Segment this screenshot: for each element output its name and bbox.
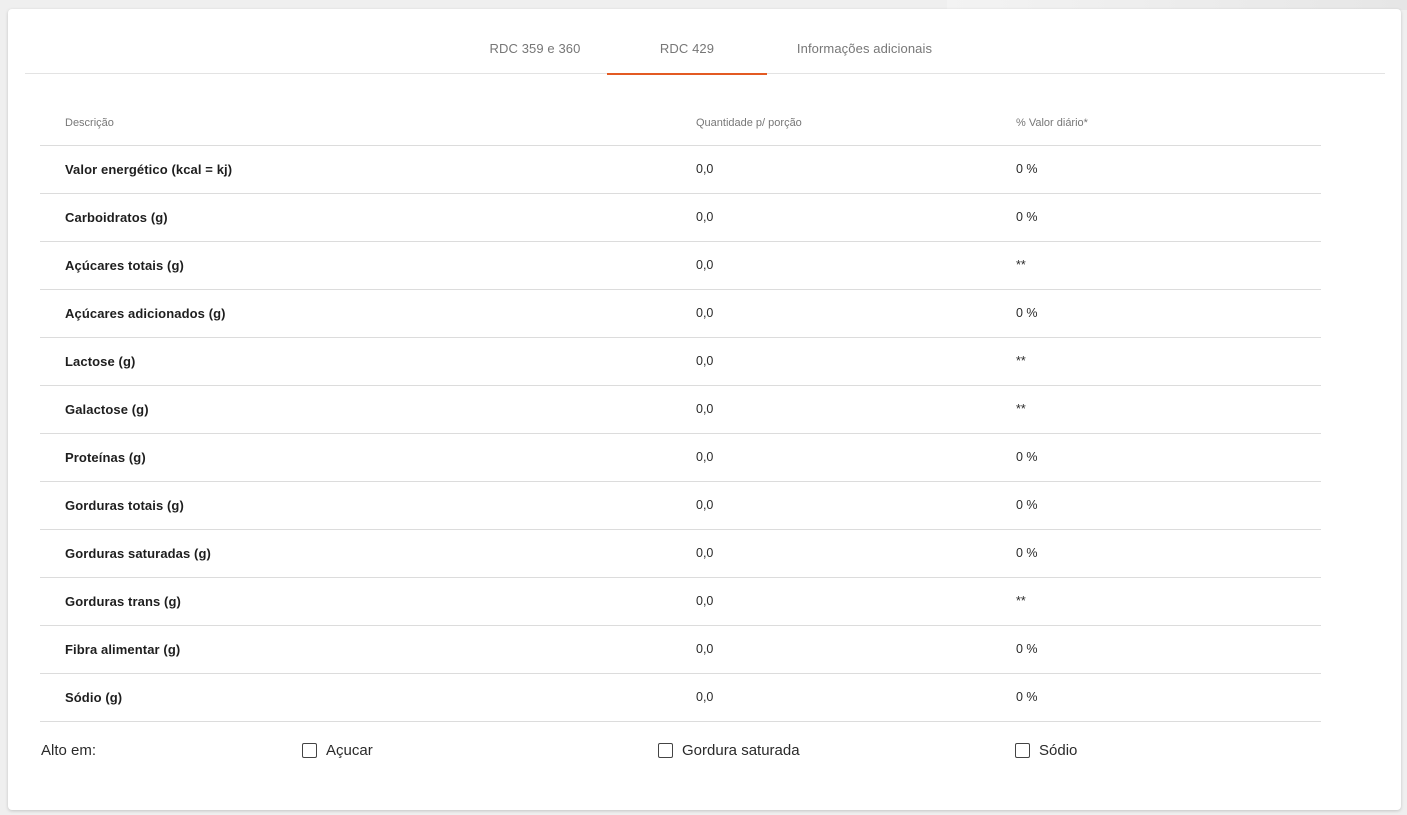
row-daily-value: ** [1016,337,1321,386]
table-row: Lactose (g) 0,0 ** [40,337,1321,386]
table-header-row: Descrição Quantidade p/ porção % Valor d… [40,99,1321,146]
tab-bar: RDC 359 e 360 RDC 429 Informações adicio… [25,9,1385,75]
row-quantity: 0,0 [696,385,1016,434]
checkbox-box-icon[interactable] [658,743,673,758]
row-quantity: 0,0 [696,481,1016,530]
nutrition-card: RDC 359 e 360 RDC 429 Informações adicio… [8,9,1401,810]
row-daily-value: 0 % [1016,289,1321,338]
checkbox-box-icon[interactable] [1015,743,1030,758]
row-description: Fibra alimentar (g) [40,625,696,674]
row-description: Proteínas (g) [40,433,696,482]
table-row: Açúcares adicionados (g) 0,0 0 % [40,289,1321,338]
row-description: Sódio (g) [40,673,696,722]
row-description: Gorduras saturadas (g) [40,529,696,578]
table-row: Fibra alimentar (g) 0,0 0 % [40,625,1321,674]
table-row: Carboidratos (g) 0,0 0 % [40,193,1321,242]
row-daily-value: 0 % [1016,433,1321,482]
row-description: Galactose (g) [40,385,696,434]
row-description: Lactose (g) [40,337,696,386]
table-row: Gorduras saturadas (g) 0,0 0 % [40,529,1321,578]
row-description: Açúcares totais (g) [40,241,696,290]
checkbox-gordura-saturada[interactable]: Gordura saturada [658,742,800,759]
table-row: Açúcares totais (g) 0,0 ** [40,241,1321,290]
row-daily-value: 0 % [1016,529,1321,578]
row-daily-value: ** [1016,385,1321,434]
row-description: Gorduras trans (g) [40,577,696,626]
row-quantity: 0,0 [696,625,1016,674]
table-row: Valor energético (kcal = kj) 0,0 0 % [40,145,1321,194]
row-daily-value: 0 % [1016,193,1321,242]
row-description: Açúcares adicionados (g) [40,289,696,338]
table-row: Gorduras totais (g) 0,0 0 % [40,481,1321,530]
row-daily-value: 0 % [1016,625,1321,674]
row-quantity: 0,0 [696,529,1016,578]
header-quantity: Quantidade p/ porção [696,99,1016,146]
tab-informacoes-adicionais[interactable]: Informações adicionais [777,9,952,74]
row-quantity: 0,0 [696,241,1016,290]
row-quantity: 0,0 [696,577,1016,626]
table-row: Proteínas (g) 0,0 0 % [40,433,1321,482]
row-daily-value: 0 % [1016,145,1321,194]
header-daily-value: % Valor diário* [1016,99,1321,146]
checkbox-sodio[interactable]: Sódio [1015,742,1077,759]
checkbox-label: Açucar [326,742,373,759]
table-row: Sódio (g) 0,0 0 % [40,673,1321,722]
row-quantity: 0,0 [696,193,1016,242]
row-quantity: 0,0 [696,433,1016,482]
checkbox-acucar[interactable]: Açucar [302,742,373,759]
row-quantity: 0,0 [696,337,1016,386]
checkbox-label: Sódio [1039,742,1078,759]
table-row: Gorduras trans (g) 0,0 ** [40,577,1321,626]
tab-rdc-429[interactable]: RDC 429 [607,9,767,75]
checkbox-box-icon[interactable] [302,743,317,758]
nutrition-table: Descrição Quantidade p/ porção % Valor d… [40,99,1321,722]
row-quantity: 0,0 [696,289,1016,338]
row-description: Gorduras totais (g) [40,481,696,530]
row-daily-value: 0 % [1016,481,1321,530]
row-description: Carboidratos (g) [40,193,696,242]
tab-rdc-359-360[interactable]: RDC 359 e 360 [465,9,605,74]
row-daily-value: 0 % [1016,673,1321,722]
checkbox-label: Gordura saturada [682,742,800,759]
header-description: Descrição [40,99,696,146]
high-in-label: Alto em: [41,742,97,759]
row-daily-value: ** [1016,577,1321,626]
row-description: Valor energético (kcal = kj) [40,145,696,194]
row-daily-value: ** [1016,241,1321,290]
table-row: Galactose (g) 0,0 ** [40,385,1321,434]
row-quantity: 0,0 [696,673,1016,722]
row-quantity: 0,0 [696,145,1016,194]
